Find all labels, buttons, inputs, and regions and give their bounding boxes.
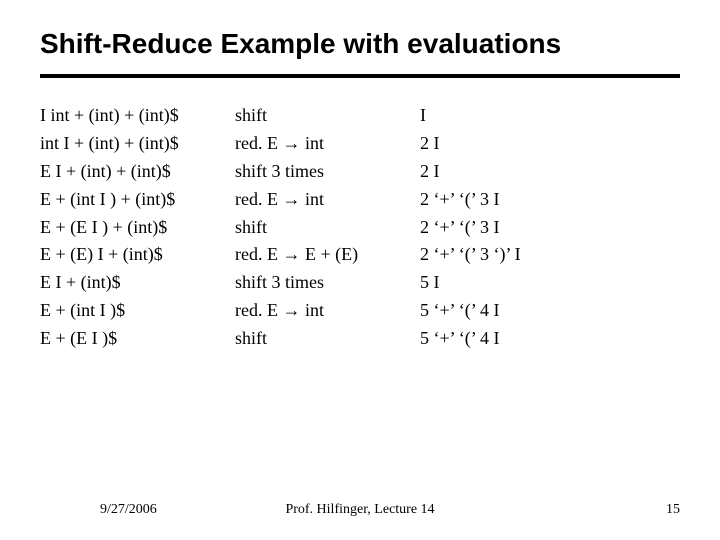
- c3-r6: 5 I: [420, 269, 620, 297]
- c2-r2: shift 3 times: [235, 158, 410, 186]
- slide-title: Shift-Reduce Example with evaluations: [40, 28, 680, 60]
- c3-r3: 2 ‘+’ ‘(’ 3 I: [420, 186, 620, 214]
- c1-r6: E I + (int)$: [40, 269, 225, 297]
- footer-page-number: 15: [666, 502, 680, 518]
- evaluation-column: I 2 I 2 I 2 ‘+’ ‘(’ 3 I 2 ‘+’ ‘(’ 3 I 2 …: [420, 102, 620, 353]
- c1-r1: int I + (int) + (int)$: [40, 130, 225, 158]
- c2-r4: shift: [235, 214, 410, 242]
- c2-r1: red. E → int: [235, 130, 410, 158]
- c3-r0: I: [420, 102, 620, 130]
- c3-r5: 2 ‘+’ ‘(’ 3 ‘)’ I: [420, 241, 620, 269]
- c3-r1: 2 I: [420, 130, 620, 158]
- c3-r7: 5 ‘+’ ‘(’ 4 I: [420, 297, 620, 325]
- title-rule: [40, 74, 680, 78]
- c2-r7: red. E → int: [235, 297, 410, 325]
- footer-center: Prof. Hilfinger, Lecture 14: [285, 502, 434, 518]
- c1-r5: E + (E) I + (int)$: [40, 241, 225, 269]
- c1-r3: E + (int I ) + (int)$: [40, 186, 225, 214]
- c3-r4: 2 ‘+’ ‘(’ 3 I: [420, 214, 620, 242]
- c3-r2: 2 I: [420, 158, 620, 186]
- c2-r8: shift: [235, 325, 410, 353]
- stack-input-column: I int + (int) + (int)$ int I + (int) + (…: [40, 102, 225, 353]
- footer-date: 9/27/2006: [100, 502, 157, 518]
- trace-table: I int + (int) + (int)$ int I + (int) + (…: [40, 102, 680, 353]
- c1-r7: E + (int I )$: [40, 297, 225, 325]
- action-column: shift red. E → int shift 3 times red. E …: [235, 102, 410, 353]
- c1-r0: I int + (int) + (int)$: [40, 102, 225, 130]
- slide-footer: 9/27/2006 Prof. Hilfinger, Lecture 14 15: [0, 502, 720, 518]
- c1-r8: E + (E I )$: [40, 325, 225, 353]
- c1-r4: E + (E I ) + (int)$: [40, 214, 225, 242]
- c2-r6: shift 3 times: [235, 269, 410, 297]
- c2-r0: shift: [235, 102, 410, 130]
- c2-r5: red. E → E + (E): [235, 241, 410, 269]
- c2-r3: red. E → int: [235, 186, 410, 214]
- c1-r2: E I + (int) + (int)$: [40, 158, 225, 186]
- c3-r8: 5 ‘+’ ‘(’ 4 I: [420, 325, 620, 353]
